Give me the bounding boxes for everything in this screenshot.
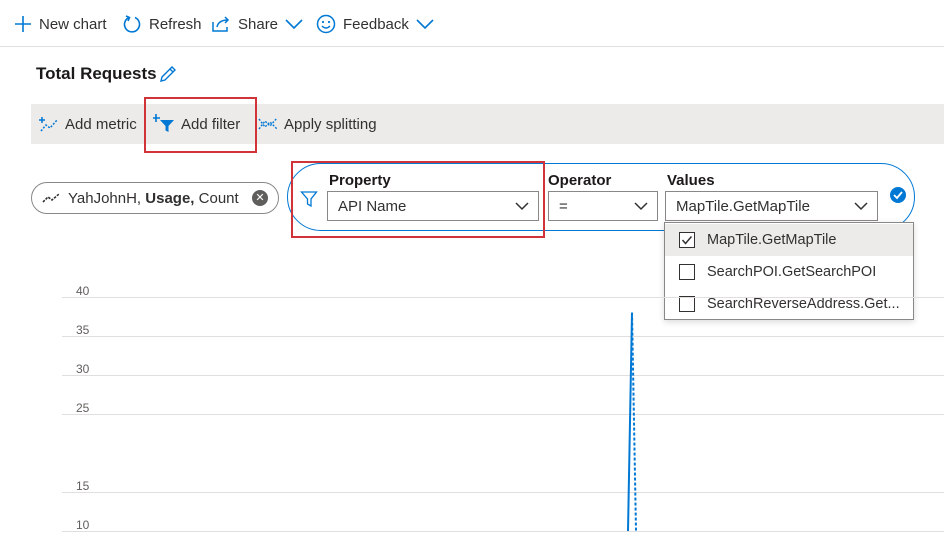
close-icon: ✕ bbox=[255, 192, 265, 204]
metric-resource: YahJohnH, bbox=[68, 189, 142, 207]
series-line-segment bbox=[627, 312, 633, 532]
series-line-segment-dashed bbox=[631, 312, 637, 532]
share-button[interactable]: Share bbox=[211, 12, 311, 36]
operator-label: Operator bbox=[548, 172, 612, 189]
plus-icon bbox=[15, 16, 31, 32]
apply-splitting-label: Apply splitting bbox=[284, 115, 377, 133]
metric-aggregation: Count bbox=[198, 189, 239, 207]
chart-area: 40 35 30 25 15 10 bbox=[0, 270, 944, 542]
share-icon bbox=[212, 16, 230, 32]
share-label: Share bbox=[238, 15, 279, 33]
operator-dropdown[interactable]: = bbox=[548, 191, 658, 221]
line-chart-icon bbox=[42, 193, 60, 203]
values-value: MapTile.GetMapTile bbox=[676, 197, 810, 215]
operator-value: = bbox=[559, 197, 568, 215]
smiley-icon bbox=[316, 14, 336, 34]
add-metric-icon bbox=[39, 117, 58, 132]
new-chart-button[interactable]: New chart bbox=[14, 12, 107, 36]
chevron-down-icon bbox=[634, 202, 648, 211]
feedback-button[interactable]: Feedback bbox=[316, 12, 442, 36]
chart-title: Total Requests bbox=[36, 64, 157, 83]
metric-name: Usage, bbox=[145, 189, 195, 207]
add-metric-label: Add metric bbox=[65, 115, 137, 133]
chevron-down-icon bbox=[285, 19, 303, 30]
values-label: Values bbox=[667, 172, 715, 189]
refresh-icon bbox=[123, 15, 141, 33]
splitting-icon bbox=[258, 117, 278, 130]
values-option[interactable]: MapTile.GetMapTile bbox=[665, 224, 913, 256]
add-filter-highlight bbox=[144, 97, 257, 153]
apply-splitting-button[interactable]: Apply splitting bbox=[258, 112, 377, 136]
values-option-label: MapTile.GetMapTile bbox=[707, 232, 837, 248]
remove-metric-button[interactable]: ✕ bbox=[252, 190, 268, 206]
checkbox-checked[interactable] bbox=[679, 232, 695, 248]
pencil-icon[interactable] bbox=[158, 64, 178, 84]
metric-pill[interactable]: YahJohnH, Usage, Count ✕ bbox=[31, 182, 279, 214]
feedback-label: Feedback bbox=[343, 15, 409, 33]
refresh-label: Refresh bbox=[149, 15, 202, 33]
new-chart-label: New chart bbox=[39, 15, 107, 33]
chart-plot bbox=[627, 312, 637, 532]
confirm-filter-icon[interactable] bbox=[889, 186, 907, 204]
chevron-down-icon bbox=[416, 19, 434, 30]
metric-pill-text: YahJohnH, Usage, Count bbox=[68, 190, 239, 207]
chevron-down-icon bbox=[854, 202, 868, 211]
checkmark-icon bbox=[681, 236, 693, 245]
refresh-button[interactable]: Refresh bbox=[122, 12, 202, 36]
values-dropdown[interactable]: MapTile.GetMapTile bbox=[665, 191, 878, 221]
top-toolbar: New chart Refresh Share Feedback bbox=[0, 0, 944, 47]
add-metric-button[interactable]: Add metric bbox=[39, 112, 137, 136]
property-highlight bbox=[291, 161, 545, 238]
